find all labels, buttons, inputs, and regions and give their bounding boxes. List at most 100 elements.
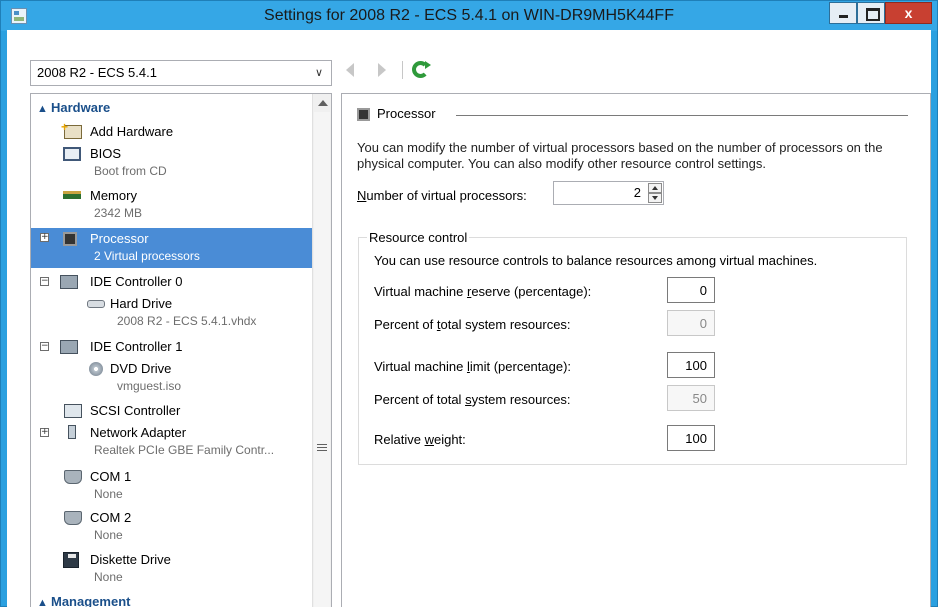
tree-item-com1[interactable]: COM 1 None (31, 467, 312, 505)
label-part: Virtual machine (374, 359, 467, 374)
scrollbar-thumb[interactable] (314, 112, 330, 607)
tree-item-label: Hard Drive (110, 296, 173, 311)
vm-limit-input[interactable]: 100 (667, 352, 715, 378)
spin-down-icon[interactable] (648, 193, 662, 203)
num-virtual-processors-label: Number of virtual processors: (357, 188, 527, 203)
tree-item-label: Diskette Drive (90, 552, 171, 567)
tree-item-label: DVD Drive (110, 361, 172, 376)
title-bar[interactable]: Settings for 2008 R2 - ECS 5.4.1 on WIN-… (1, 1, 937, 31)
section-title: Processor (377, 106, 436, 121)
tree-item-ide-controller-0[interactable]: − IDE Controller 0 (31, 272, 312, 292)
hardware-tree: ▲Hardware Add Hardware BIOS Boot from CD… (30, 93, 332, 607)
window-title: Settings for 2008 R2 - ECS 5.4.1 on WIN-… (264, 7, 674, 24)
tree-scrollbar[interactable] (312, 94, 331, 607)
tree-item-sublabel: None (94, 570, 123, 584)
tree-item-label: COM 2 (90, 510, 132, 525)
management-header-label: Management (51, 594, 131, 607)
label-part: Relative (374, 432, 425, 447)
com-port-icon (64, 511, 82, 525)
network-adapter-icon (68, 425, 76, 439)
label-part: eight: (433, 432, 466, 447)
tree-item-label: COM 1 (90, 469, 132, 484)
label-part: ystem resources: (471, 392, 571, 407)
tree-item-diskette-drive[interactable]: Diskette Drive None (31, 549, 312, 587)
tree-item-network-adapter[interactable]: + Network Adapter Realtek PCIe GBE Famil… (31, 423, 312, 461)
scroll-up-icon[interactable] (318, 100, 328, 106)
tree-item-add-hardware[interactable]: Add Hardware (31, 120, 312, 142)
dvd-drive-icon (89, 362, 103, 376)
vm-selector-dropdown[interactable]: 2008 R2 - ECS 5.4.1 ∨ (30, 60, 332, 86)
tree-item-sublabel: 2342 MB (94, 206, 143, 220)
collapse-icon: ▲ (37, 597, 48, 607)
num-virtual-processors-stepper[interactable]: 2 (553, 181, 664, 205)
tree-item-sublabel: Boot from CD (94, 164, 167, 178)
limit-total-resources-field: 50 (667, 385, 715, 411)
relative-weight-label: Relative weight: (374, 432, 466, 447)
tree-item-label: IDE Controller 0 (90, 274, 183, 289)
label-part: eserve (percentage): (471, 284, 592, 299)
toolbar-divider (402, 61, 403, 79)
tree-item-ide-controller-1[interactable]: − IDE Controller 1 (31, 337, 312, 357)
tree-item-sublabel: None (94, 487, 123, 501)
tree-item-hard-drive[interactable]: Hard Drive 2008 R2 - ECS 5.4.1.vhdx (31, 294, 312, 332)
tree-item-sublabel: 2008 R2 - ECS 5.4.1.vhdx (117, 314, 257, 328)
resource-control-description: You can use resource controls to balance… (374, 253, 818, 268)
label-part: otal system resources: (440, 317, 571, 332)
collapse-icon[interactable]: − (40, 342, 49, 351)
tree-item-label: Add Hardware (90, 124, 174, 139)
ide-controller-icon (60, 275, 78, 289)
num-virtual-processors-value[interactable]: 2 (634, 185, 641, 200)
reserve-total-resources-label: Percent of total system resources: (374, 317, 571, 332)
tree-item-sublabel: None (94, 528, 123, 542)
expand-icon[interactable]: + (40, 233, 49, 242)
vm-selector-value: 2008 R2 - ECS 5.4.1 (37, 65, 157, 80)
maximize-button[interactable] (857, 2, 885, 24)
tree-item-sublabel: 2 Virtual processors (94, 249, 200, 263)
tree-item-memory[interactable]: Memory 2342 MB (31, 186, 312, 224)
back-arrow-icon[interactable] (346, 63, 354, 77)
section-divider (456, 115, 908, 116)
minimize-button[interactable] (829, 2, 857, 24)
management-section-header[interactable]: ▲ Management (37, 594, 130, 607)
tree-item-label: Network Adapter (90, 425, 187, 440)
reserve-total-resources-field: 0 (667, 310, 715, 336)
refresh-icon[interactable] (412, 61, 431, 78)
label-part: Virtual machine (374, 284, 467, 299)
tree-item-label: Processor (90, 231, 149, 246)
expand-icon[interactable]: + (40, 428, 49, 437)
tree-item-dvd-drive[interactable]: DVD Drive vmguest.iso (31, 359, 312, 397)
processor-icon (63, 232, 77, 246)
spin-up-icon[interactable] (648, 183, 662, 193)
label-part: imit (percentage): (469, 359, 572, 374)
label-part: Percent of total (374, 392, 466, 407)
vm-limit-label: Virtual machine limit (percentage): (374, 359, 571, 374)
processor-description: You can modify the number of virtual pro… (357, 140, 883, 171)
hardware-section-header[interactable]: ▲ Hardware (37, 100, 110, 115)
close-button[interactable]: x (885, 2, 932, 24)
label-part: Percent of (374, 317, 437, 332)
diskette-drive-icon (63, 552, 79, 568)
collapse-icon: ▲ (37, 103, 48, 115)
tree-item-bios[interactable]: BIOS Boot from CD (31, 144, 312, 182)
tree-item-label: IDE Controller 1 (90, 339, 183, 354)
scsi-controller-icon (64, 404, 82, 418)
relative-weight-input[interactable]: 100 (667, 425, 715, 451)
tree-item-sublabel: Realtek PCIe GBE Family Contr... (94, 443, 275, 457)
tree-item-processor[interactable]: + Processor 2 Virtual processors (31, 228, 312, 268)
forward-arrow-icon[interactable] (378, 63, 386, 77)
resource-control-group (358, 237, 907, 465)
tree-item-label: SCSI Controller (90, 403, 181, 418)
add-hardware-icon (61, 120, 82, 139)
resource-control-title: Resource control (367, 230, 470, 245)
tree-item-label: Memory (90, 188, 137, 203)
hard-drive-icon (87, 300, 105, 308)
label-accesskey: N (357, 188, 367, 203)
tree-item-scsi-controller[interactable]: SCSI Controller (31, 401, 312, 421)
vm-reserve-input[interactable]: 0 (667, 277, 715, 303)
collapse-icon[interactable]: − (40, 277, 49, 286)
label-accesskey: w (424, 432, 434, 447)
vm-reserve-label: Virtual machine reserve (percentage): (374, 284, 591, 299)
tree-item-com2[interactable]: COM 2 None (31, 508, 312, 546)
com-port-icon (64, 470, 82, 484)
hardware-header-label: Hardware (51, 100, 111, 115)
